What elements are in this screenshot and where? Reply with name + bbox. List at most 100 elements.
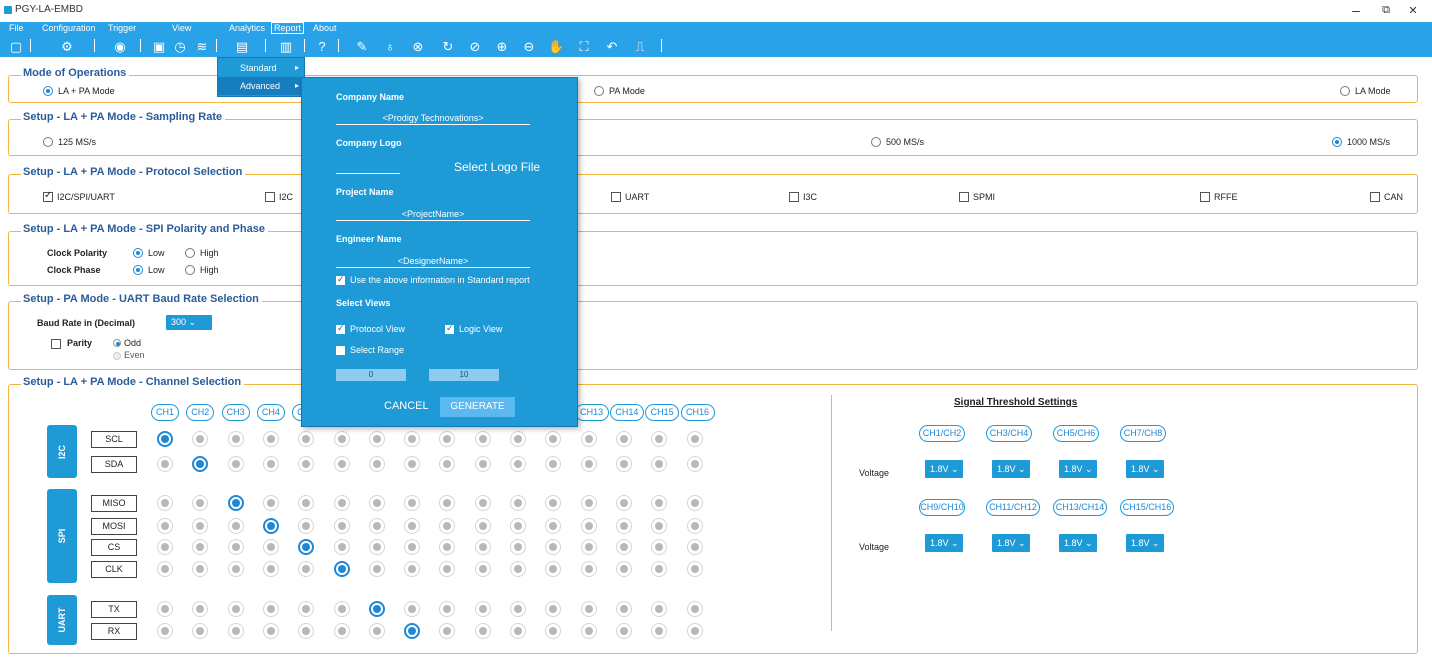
- channel-radio-rx-ch13[interactable]: [580, 623, 597, 639]
- channel-radio-mosi-ch4[interactable]: [262, 518, 279, 534]
- channel-radio-scl-ch2[interactable]: [192, 431, 209, 447]
- channel-radio-cs-ch1[interactable]: [157, 539, 173, 555]
- polarity-high-radio[interactable]: [185, 248, 195, 258]
- polarity-low-radio[interactable]: [133, 248, 143, 258]
- channel-radio-cs-ch2[interactable]: [192, 539, 209, 555]
- help-icon[interactable]: ?: [314, 39, 330, 54]
- phase-high-radio[interactable]: [185, 265, 195, 275]
- channel-radio-rx-ch9[interactable]: [439, 623, 456, 639]
- channel-radio-cs-ch7[interactable]: [368, 539, 385, 555]
- channel-radio-cs-ch9[interactable]: [439, 539, 456, 555]
- channel-radio-clk-ch5[interactable]: [298, 561, 315, 577]
- minimize-button[interactable]: –: [1346, 2, 1366, 18]
- channel-radio-scl-ch3[interactable]: [227, 431, 244, 447]
- channel-radio-rx-ch3[interactable]: [227, 623, 244, 639]
- baud-rate-select[interactable]: 300 ⌄: [166, 315, 212, 330]
- parity-odd-radio[interactable]: [113, 339, 121, 347]
- mode-la-radio[interactable]: [1340, 86, 1350, 96]
- channel-radio-clk-ch2[interactable]: [192, 561, 209, 577]
- probe-icon[interactable]: ♁: [382, 39, 398, 54]
- channel-radio-sda-ch14[interactable]: [615, 456, 632, 472]
- channel-radio-clk-ch10[interactable]: [474, 561, 491, 577]
- channel-radio-miso-ch4[interactable]: [262, 495, 279, 511]
- channel-radio-clk-ch11[interactable]: [510, 561, 526, 577]
- voltage-select[interactable]: 1.8V ⌄: [925, 460, 963, 478]
- channel-radio-cs-ch16[interactable]: [686, 539, 703, 555]
- channel-radio-clk-ch1[interactable]: [157, 561, 173, 577]
- channel-radio-mosi-ch15[interactable]: [651, 518, 668, 534]
- voltage-select[interactable]: 1.8V ⌄: [992, 534, 1030, 552]
- channel-radio-rx-ch16[interactable]: [686, 623, 703, 639]
- sampling-1000-radio[interactable]: [1332, 137, 1342, 147]
- pencil-icon[interactable]: ✎: [354, 39, 370, 54]
- range-start-input[interactable]: 0: [336, 369, 406, 381]
- channel-radio-cs-ch14[interactable]: [615, 539, 632, 555]
- channel-radio-clk-ch15[interactable]: [651, 561, 668, 577]
- channel-radio-sda-ch11[interactable]: [510, 456, 526, 472]
- channel-radio-tx-ch3[interactable]: [227, 601, 244, 617]
- channel-radio-miso-ch10[interactable]: [474, 495, 491, 511]
- channel-radio-rx-ch7[interactable]: [368, 623, 385, 639]
- channel-radio-tx-ch14[interactable]: [615, 601, 632, 617]
- channel-radio-tx-ch9[interactable]: [439, 601, 456, 617]
- select-logo-button[interactable]: Select Logo File: [454, 160, 540, 174]
- channel-radio-scl-ch13[interactable]: [580, 431, 597, 447]
- channel-radio-scl-ch6[interactable]: [333, 431, 350, 447]
- stop-icon[interactable]: ⊗: [410, 39, 426, 54]
- channel-radio-sda-ch4[interactable]: [262, 456, 279, 472]
- channel-radio-rx-ch2[interactable]: [192, 623, 209, 639]
- voltage-select[interactable]: 1.8V ⌄: [1126, 534, 1164, 552]
- project-name-field[interactable]: <ProjectName>: [336, 207, 530, 221]
- voltage-select[interactable]: 1.8V ⌄: [1059, 460, 1097, 478]
- channel-radio-tx-ch8[interactable]: [404, 601, 421, 617]
- parity-even-radio[interactable]: [113, 352, 121, 360]
- channel-radio-rx-ch1[interactable]: [157, 623, 173, 639]
- sampling-125-radio[interactable]: [43, 137, 53, 147]
- channel-radio-clk-ch14[interactable]: [615, 561, 632, 577]
- channel-radio-miso-ch11[interactable]: [510, 495, 526, 511]
- channel-radio-cs-ch15[interactable]: [651, 539, 668, 555]
- channel-radio-scl-ch7[interactable]: [368, 431, 385, 447]
- channel-radio-cs-ch3[interactable]: [227, 539, 244, 555]
- channel-radio-rx-ch12[interactable]: [545, 623, 562, 639]
- channel-radio-tx-ch4[interactable]: [262, 601, 279, 617]
- pan-hand-icon[interactable]: ✋: [548, 39, 564, 54]
- channel-radio-rx-ch6[interactable]: [333, 623, 350, 639]
- channel-radio-clk-ch16[interactable]: [686, 561, 703, 577]
- channel-radio-tx-ch10[interactable]: [474, 601, 491, 617]
- channel-radio-mosi-ch14[interactable]: [615, 518, 632, 534]
- channel-radio-rx-ch8[interactable]: [404, 623, 421, 639]
- channel-radio-tx-ch12[interactable]: [545, 601, 562, 617]
- channel-radio-cs-ch12[interactable]: [545, 539, 562, 555]
- compass-icon[interactable]: ⊘: [467, 39, 483, 54]
- menu-view[interactable]: View: [172, 23, 191, 33]
- channel-radio-tx-ch1[interactable]: [157, 601, 173, 617]
- close-button[interactable]: ✕: [1403, 4, 1423, 17]
- channel-radio-scl-ch12[interactable]: [545, 431, 562, 447]
- generate-button[interactable]: GENERATE: [440, 397, 515, 417]
- protocol-can-checkbox[interactable]: [1370, 192, 1380, 202]
- channel-radio-rx-ch10[interactable]: [474, 623, 491, 639]
- channel-radio-miso-ch7[interactable]: [368, 495, 385, 511]
- channel-radio-sda-ch13[interactable]: [580, 456, 597, 472]
- trigger-icon[interactable]: ◉: [112, 39, 128, 54]
- channel-radio-miso-ch12[interactable]: [545, 495, 562, 511]
- channel-radio-sda-ch5[interactable]: [298, 456, 315, 472]
- protocol-spmi-checkbox[interactable]: [959, 192, 969, 202]
- analytics-icon[interactable]: ▤: [234, 39, 250, 54]
- refresh-icon[interactable]: ↻: [440, 39, 456, 54]
- channel-radio-scl-ch16[interactable]: [686, 431, 703, 447]
- channel-radio-scl-ch14[interactable]: [615, 431, 632, 447]
- channel-radio-scl-ch8[interactable]: [404, 431, 421, 447]
- voltage-select[interactable]: 1.8V ⌄: [925, 534, 963, 552]
- channel-radio-rx-ch14[interactable]: [615, 623, 632, 639]
- channel-radio-mosi-ch8[interactable]: [404, 518, 421, 534]
- channel-radio-sda-ch10[interactable]: [474, 456, 491, 472]
- sampling-500-radio[interactable]: [871, 137, 881, 147]
- protocol-i2c-spi-uart-checkbox[interactable]: [43, 190, 53, 202]
- protocol-uart-checkbox[interactable]: [611, 192, 621, 202]
- channel-radio-clk-ch13[interactable]: [580, 561, 597, 577]
- phase-low-radio[interactable]: [133, 265, 143, 275]
- channel-radio-scl-ch15[interactable]: [651, 431, 668, 447]
- channel-radio-scl-ch9[interactable]: [439, 431, 456, 447]
